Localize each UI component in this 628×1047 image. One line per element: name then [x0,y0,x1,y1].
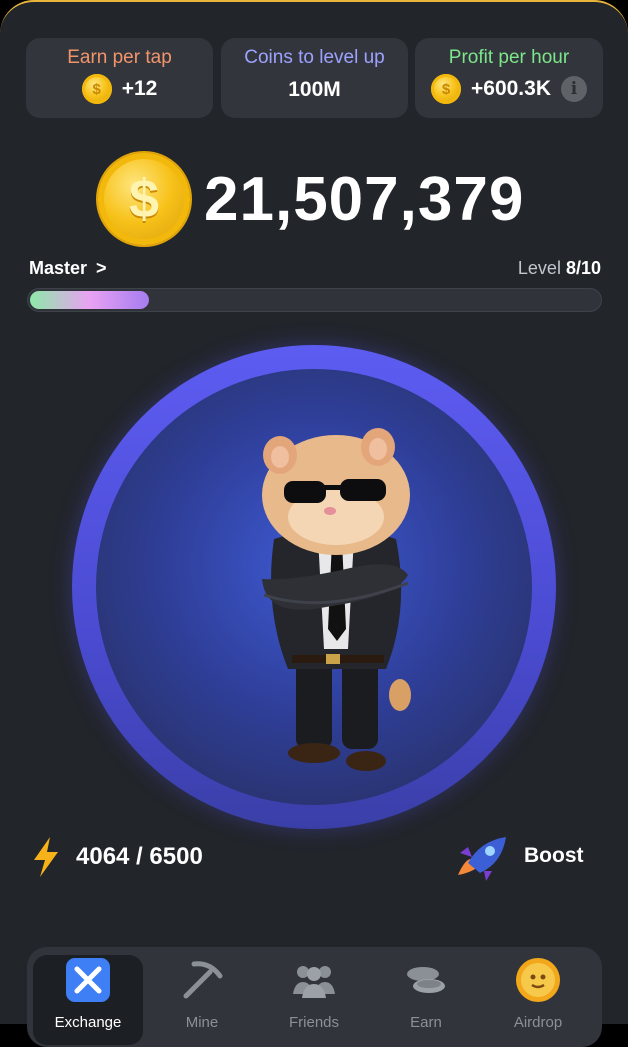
boost-button[interactable]: Boost [450,828,584,884]
level-name: Master [29,258,88,278]
coins-stack-icon [407,967,445,993]
energy-value: 4064 / 6500 [76,843,203,870]
nav-airdrop-label: Airdrop [513,1014,563,1031]
level-row: Master > Level 8/10 [29,258,601,282]
level-prefix: Level [517,258,561,278]
nav-mine-label: Mine [185,1014,219,1031]
nav-earn[interactable]: Earn [371,955,481,1045]
coins-to-level-up-card: Coins to level up 100M [221,38,408,118]
level-name-link[interactable]: Master > [29,258,107,279]
lightning-icon [34,837,58,877]
exchange-icon [66,958,110,1002]
nav-airdrop[interactable]: Airdrop [483,955,593,1045]
chevron-right-icon: > [96,258,107,278]
info-icon[interactable]: i [560,76,587,102]
balance: $ 21,507,379 [98,152,538,246]
coin-icon: $ [431,74,461,104]
balance-value: 21,507,379 [204,164,525,234]
coins-to-level-up-label: Coins to level up [244,47,385,68]
coin-icon: $ [81,74,112,104]
tap-area[interactable] [96,369,532,805]
earn-per-tap-card: Earn per tap $ +12 [26,38,213,118]
boost-label: Boost [524,844,584,867]
bottom-nav: Exchange Mine Friends Earn Airdrop [27,947,602,1047]
app-panel: Earn per tap $ +12 Coins to level up 100… [0,0,628,1047]
profit-per-hour-label: Profit per hour [448,47,570,68]
tap-button[interactable] [72,345,556,829]
friends-icon [293,966,335,998]
earn-per-tap-label: Earn per tap [67,47,172,68]
rocket-icon [458,837,506,881]
nav-mine[interactable]: Mine [147,955,257,1045]
level-current: 8/10 [565,258,601,278]
nav-earn-label: Earn [410,1014,442,1031]
profit-per-hour-card: Profit per hour $ +600.3K i [415,38,603,118]
coin-icon: $ [98,153,190,245]
hamster-icon [262,428,411,771]
level-progress-bar [27,288,602,312]
level-progress-fill [30,291,149,309]
level-indicator: Level 8/10 [518,258,601,279]
nav-exchange[interactable]: Exchange [33,955,143,1045]
nav-exchange-label: Exchange [54,1014,122,1031]
airdrop-coin-icon [516,958,560,1002]
coins-to-level-up-value: 100M [288,78,341,101]
nav-friends-label: Friends [288,1014,340,1031]
pickaxe-icon [183,961,223,999]
profit-per-hour-value: +600.3K [471,77,551,100]
earn-per-tap-value: +12 [121,77,158,100]
energy: 4064 / 6500 [30,837,203,877]
nav-friends[interactable]: Friends [259,955,369,1045]
